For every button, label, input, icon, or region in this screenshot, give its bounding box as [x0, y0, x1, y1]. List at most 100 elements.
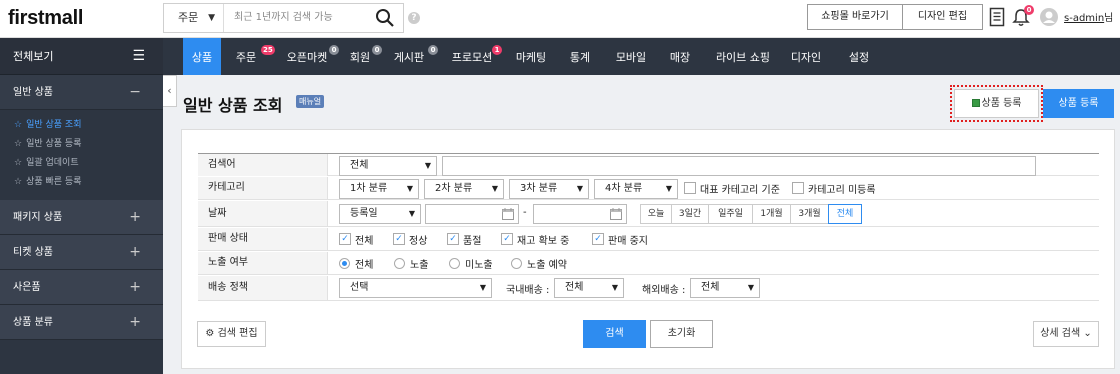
sidebar-section-package[interactable]: 패키지 상품 +: [0, 200, 163, 235]
username[interactable]: s-admin: [1064, 13, 1104, 24]
search-input[interactable]: 최근 1년까지 검색 가능: [234, 4, 333, 32]
sidebar-section-gift[interactable]: 사은품 +: [0, 270, 163, 305]
nav-marketing[interactable]: 마케팅: [509, 38, 553, 75]
edit-search-button[interactable]: ⚙ 검색 편집: [197, 321, 266, 347]
status-soldout-checkbox[interactable]: ✓: [447, 233, 459, 245]
period-3months-button[interactable]: 3개월: [790, 204, 829, 224]
status-stopped-checkbox[interactable]: ✓: [592, 233, 604, 245]
shipping-policy-select[interactable]: 선택 ▼: [339, 278, 492, 298]
sidebar-section-ticket[interactable]: 티켓 상품 +: [0, 235, 163, 270]
nav-label: 게시판: [393, 51, 425, 64]
sidebar-item-product-list[interactable]: ☆ 일반 상품 조회: [0, 116, 163, 135]
nav-openmarket[interactable]: 오픈마켓: [281, 38, 333, 75]
status-restocking-checkbox[interactable]: ✓: [501, 233, 513, 245]
excel-icon: [971, 99, 980, 107]
exposure-scheduled-radio[interactable]: [511, 258, 522, 269]
calendar-icon[interactable]: [502, 208, 514, 220]
star-icon[interactable]: ☆: [14, 120, 22, 130]
expand-icon[interactable]: +: [129, 235, 141, 270]
keyword-field-select[interactable]: 전체 ▼: [339, 156, 437, 176]
sidebar-submenu: ☆ 일반 상품 조회 ☆ 일반 상품 등록 ☆ 일괄 업데이트 ☆ 상품 빠른 등록: [0, 110, 163, 200]
category-1-value: 1차 분류: [350, 183, 388, 194]
chevron-down-icon: ⌄: [1083, 328, 1092, 339]
nav-label: 주문: [235, 51, 257, 64]
sidebar-item-product-register[interactable]: ☆ 일반 상품 등록: [0, 135, 163, 154]
status-normal-checkbox[interactable]: ✓: [393, 233, 405, 245]
category-3-select[interactable]: 3차 분류 ▼: [509, 179, 589, 199]
register-product-primary-button[interactable]: 상품 등록: [1043, 89, 1114, 118]
nav-live-shopping[interactable]: 라이브 쇼핑: [709, 38, 777, 75]
sidebar-section-category[interactable]: 상품 분류 +: [0, 305, 163, 340]
sidebar-collapse-button[interactable]: ‹: [163, 75, 177, 107]
collapse-icon[interactable]: −: [129, 75, 141, 110]
period-all-button[interactable]: 전체: [828, 204, 862, 224]
nav-product[interactable]: 상품: [183, 38, 221, 75]
search-scope-select[interactable]: 주문 ▼: [164, 4, 224, 32]
register-product-button[interactable]: 상품 등록: [954, 89, 1039, 118]
expand-icon[interactable]: +: [129, 305, 141, 340]
expand-icon[interactable]: +: [129, 200, 141, 235]
category-4-select[interactable]: 4차 분류 ▼: [594, 179, 678, 199]
category-1-select[interactable]: 1차 분류 ▼: [339, 179, 419, 199]
nav-order[interactable]: 주문: [231, 38, 261, 75]
gear-icon: ⚙: [205, 328, 215, 339]
top-bar: firstmall 주문 ▼ 최근 1년까지 검색 가능 ? 쇼핑몰 바로가기 디…: [0, 0, 1120, 38]
sidebar-header[interactable]: 전체보기 ☰: [0, 38, 163, 75]
start-date-input[interactable]: [425, 204, 519, 224]
domestic-shipping-select[interactable]: 전체 ▼: [554, 278, 624, 298]
period-1month-button[interactable]: 1개월: [752, 204, 791, 224]
star-icon[interactable]: ☆: [14, 177, 22, 187]
nav-badge: 0: [329, 45, 339, 55]
expand-icon[interactable]: +: [129, 270, 141, 305]
nav-board[interactable]: 게시판: [389, 38, 429, 75]
chevron-down-icon: ▼: [208, 13, 215, 23]
nav-settings[interactable]: 설정: [843, 38, 875, 75]
help-icon[interactable]: ?: [408, 12, 420, 24]
sidebar: 전체보기 ☰ 일반 상품 − ☆ 일반 상품 조회 ☆ 일반 상품 등록 ☆ 일괄 업데이…: [0, 38, 163, 374]
exposure-all-label: 전체: [355, 260, 374, 271]
search-button[interactable]: 검색: [583, 320, 646, 348]
period-3days-button[interactable]: 3일간: [671, 204, 709, 224]
logo[interactable]: firstmall: [8, 7, 83, 30]
sidebar-section-general[interactable]: 일반 상품 −: [0, 75, 163, 110]
overseas-shipping-value: 전체: [701, 282, 720, 293]
end-date-input[interactable]: [533, 204, 627, 224]
keyword-field-value: 전체: [350, 160, 369, 171]
nav-badge: 25: [261, 45, 275, 55]
nav-member[interactable]: 회원: [346, 38, 374, 75]
keyword-input[interactable]: [442, 156, 1036, 176]
exposure-all-radio[interactable]: [339, 258, 350, 269]
unregistered-category-checkbox[interactable]: [792, 182, 804, 194]
sidebar-item-bulk-update[interactable]: ☆ 일괄 업데이트: [0, 154, 163, 173]
detail-search-button[interactable]: 상세 검색 ⌄: [1033, 321, 1099, 347]
date-type-select[interactable]: 등록일 ▼: [339, 204, 421, 224]
nav-statistics[interactable]: 통계: [563, 38, 597, 75]
calendar-icon[interactable]: [610, 208, 622, 220]
reset-button[interactable]: 초기화: [650, 320, 713, 348]
period-1week-button[interactable]: 일주일: [708, 204, 753, 224]
chevron-down-icon: ▼: [611, 283, 618, 292]
chevron-down-icon: ▼: [491, 184, 498, 193]
exposure-visible-radio[interactable]: [394, 258, 405, 269]
user-menu[interactable]: s-admin님: [1064, 9, 1113, 24]
status-all-checkbox[interactable]: ✓: [339, 233, 351, 245]
overseas-shipping-select[interactable]: 전체 ▼: [690, 278, 760, 298]
main-category-checkbox[interactable]: [684, 182, 696, 194]
document-icon[interactable]: [989, 7, 1005, 27]
sidebar-item-quick-register[interactable]: ☆ 상품 빠른 등록: [0, 173, 163, 192]
nav-promotion[interactable]: 프로모션: [446, 38, 498, 75]
period-today-button[interactable]: 오늘: [640, 204, 672, 224]
nav-design[interactable]: 디자인: [786, 38, 826, 75]
manual-badge[interactable]: 매뉴얼: [296, 95, 325, 108]
exposure-hidden-radio[interactable]: [449, 258, 460, 269]
nav-mobile[interactable]: 모바일: [609, 38, 653, 75]
search-icon[interactable]: [375, 8, 395, 28]
shop-link-button[interactable]: 쇼핑몰 바로가기: [807, 4, 903, 30]
star-icon[interactable]: ☆: [14, 158, 22, 168]
category-2-select[interactable]: 2차 분류 ▼: [424, 179, 504, 199]
design-edit-button[interactable]: 디자인 편집: [903, 4, 983, 30]
star-icon[interactable]: ☆: [14, 139, 22, 149]
nav-store[interactable]: 매장: [664, 38, 696, 75]
hamburger-icon[interactable]: ☰: [132, 38, 145, 75]
avatar-icon[interactable]: [1040, 8, 1058, 26]
